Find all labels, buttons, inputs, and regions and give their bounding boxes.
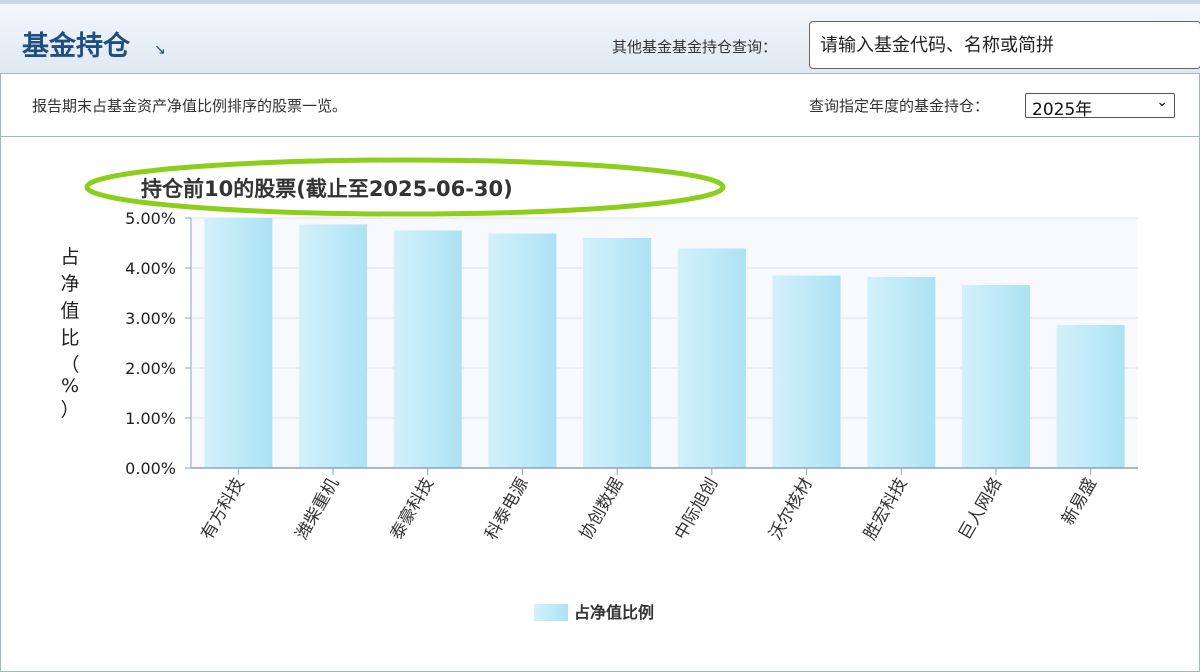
page-header: 基金持仓 ↘ 其他基金基金持仓查询：: [0, 0, 1200, 74]
chevron-down-icon: ⌄: [1156, 94, 1168, 110]
y-label-char: （: [60, 354, 79, 376]
holdings-bar-chart: 0.00% 1.00% 2.00% 3.00% 4.00% 5.00% 有方科技 潍柴重机 泰豪…: [60, 157, 1138, 622]
y-tick-label: 5.00%: [125, 209, 176, 228]
page-title: 基金持仓: [22, 31, 130, 62]
x-tick-label: 巨人网络: [955, 474, 1006, 543]
y-label-char: 占: [60, 246, 79, 268]
bar[interactable]: [1056, 325, 1125, 468]
chart-title: 持仓前10的股票(截止至2025-06-30): [141, 177, 513, 201]
x-tick-label: 科泰电源: [481, 475, 532, 544]
bar[interactable]: [961, 285, 1030, 468]
x-tick-label: 有方科技: [197, 475, 248, 544]
y-label-char: 值: [60, 300, 79, 322]
fund-search-input[interactable]: [809, 21, 1200, 69]
year-selected-value: 2025年: [1032, 100, 1093, 120]
year-select[interactable]: 2025年 ⌄: [1025, 93, 1175, 120]
y-tick-label: 2.00%: [125, 359, 176, 378]
y-axis-label: 占净值比 （%）: [60, 246, 79, 421]
bar[interactable]: [677, 248, 746, 469]
y-tick-label: 1.00%: [125, 409, 176, 428]
chart-legend: 占净值比例: [534, 603, 654, 622]
bar[interactable]: [393, 230, 462, 469]
y-tick-label: 0.00%: [125, 459, 176, 478]
bar[interactable]: [772, 275, 841, 469]
filter-bar: 报告期末占基金资产净值比例排序的股票一览。 查询指定年度的基金持仓： 2025年…: [0, 74, 1200, 137]
legend-swatch: [534, 604, 568, 621]
y-label-char: ）: [60, 399, 79, 421]
y-tick-label: 3.00%: [125, 309, 176, 328]
x-tick-label: 泰豪科技: [386, 474, 438, 543]
bar[interactable]: [488, 233, 557, 469]
bar[interactable]: [204, 218, 273, 468]
year-label: 查询指定年度的基金持仓：: [809, 97, 990, 115]
x-tick-label: 协创数据: [576, 475, 627, 544]
legend-label: 占净值比例: [574, 603, 654, 622]
search-label: 其他基金基金持仓查询：: [612, 38, 778, 56]
expand-arrow-icon[interactable]: ↘: [154, 42, 166, 58]
bar[interactable]: [583, 238, 652, 468]
x-tick-label: 潍柴重机: [292, 475, 343, 544]
x-tick-label: 胜宏科技: [860, 475, 911, 544]
bar[interactable]: [867, 277, 936, 468]
x-tick-label: 中际旭创: [671, 475, 722, 544]
x-tick-label: 新易盛: [1058, 475, 1101, 529]
y-label-char: 净: [60, 273, 79, 295]
y-label-char: %: [61, 375, 79, 397]
y-tick-label: 4.00%: [125, 259, 176, 278]
x-tick-label: 沃尔核材: [766, 475, 817, 544]
y-label-char: 比: [60, 327, 79, 349]
holdings-description: 报告期末占基金资产净值比例排序的股票一览。: [32, 97, 348, 115]
bar[interactable]: [299, 224, 368, 469]
